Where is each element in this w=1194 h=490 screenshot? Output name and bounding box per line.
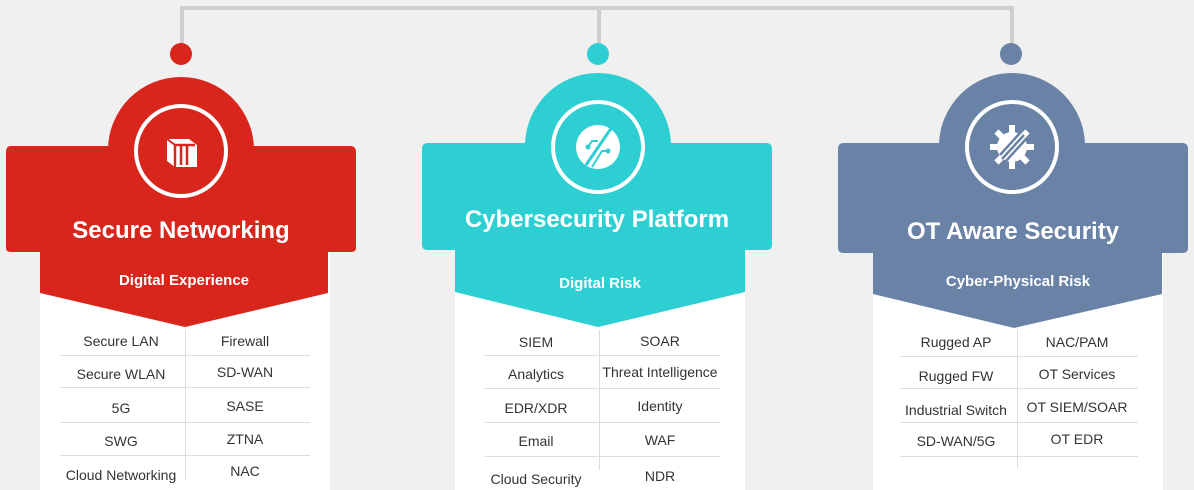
list-item: OT SIEM/SOAR bbox=[1026, 399, 1128, 415]
row-divider bbox=[900, 388, 1138, 389]
row-divider bbox=[900, 356, 1138, 357]
ot-gear-icon bbox=[990, 125, 1034, 169]
row-divider bbox=[900, 422, 1138, 423]
list-item: Rugged FW bbox=[918, 368, 994, 384]
list-item: OT EDR bbox=[1050, 431, 1104, 447]
row-divider bbox=[900, 456, 1138, 457]
pillar-subtitle: Cyber-Physical Risk bbox=[945, 273, 1091, 290]
list-item: Rugged AP bbox=[920, 334, 992, 350]
pillar-title: OT Aware Security bbox=[906, 218, 1120, 245]
list-item: SD-WAN/5G bbox=[916, 433, 996, 449]
list-item: NAC/PAM bbox=[1045, 334, 1109, 350]
list-item: OT Services bbox=[1038, 366, 1116, 382]
list-item: Industrial Switch bbox=[905, 402, 1007, 418]
